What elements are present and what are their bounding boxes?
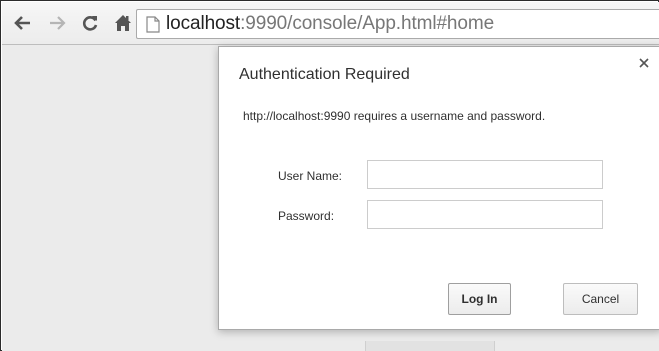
close-icon — [639, 58, 649, 68]
browser-window: localhost:9990/console/App.html#home Aut… — [0, 0, 659, 351]
username-label: User Name: — [278, 169, 343, 183]
arrow-left-icon — [14, 16, 30, 30]
page-fragment — [365, 341, 495, 351]
password-label: Password: — [278, 209, 335, 223]
address-bar[interactable]: localhost:9990/console/App.html#home — [136, 9, 659, 39]
home-icon — [115, 15, 131, 31]
reload-button[interactable] — [77, 10, 103, 36]
page-icon — [146, 15, 160, 33]
username-input[interactable] — [367, 160, 603, 189]
login-button[interactable]: Log In — [448, 283, 511, 315]
auth-dialog: Authentication Required http://localhost… — [218, 46, 659, 330]
home-button[interactable] — [110, 10, 136, 36]
forward-button[interactable] — [44, 10, 70, 36]
password-input[interactable] — [367, 200, 603, 229]
arrow-right-icon — [50, 16, 66, 30]
reload-icon — [82, 16, 98, 31]
url-text: localhost:9990/console/App.html#home — [166, 13, 494, 35]
url-path: :9990/console/App.html#home — [240, 13, 495, 34]
close-button[interactable] — [636, 55, 652, 71]
dialog-title: Authentication Required — [239, 66, 410, 83]
cancel-button[interactable]: Cancel — [563, 283, 638, 315]
back-button[interactable] — [10, 10, 36, 36]
browser-toolbar: localhost:9990/console/App.html#home — [2, 2, 659, 45]
dialog-message: http://localhost:9990 requires a usernam… — [243, 109, 546, 123]
url-host: localhost — [166, 13, 241, 34]
